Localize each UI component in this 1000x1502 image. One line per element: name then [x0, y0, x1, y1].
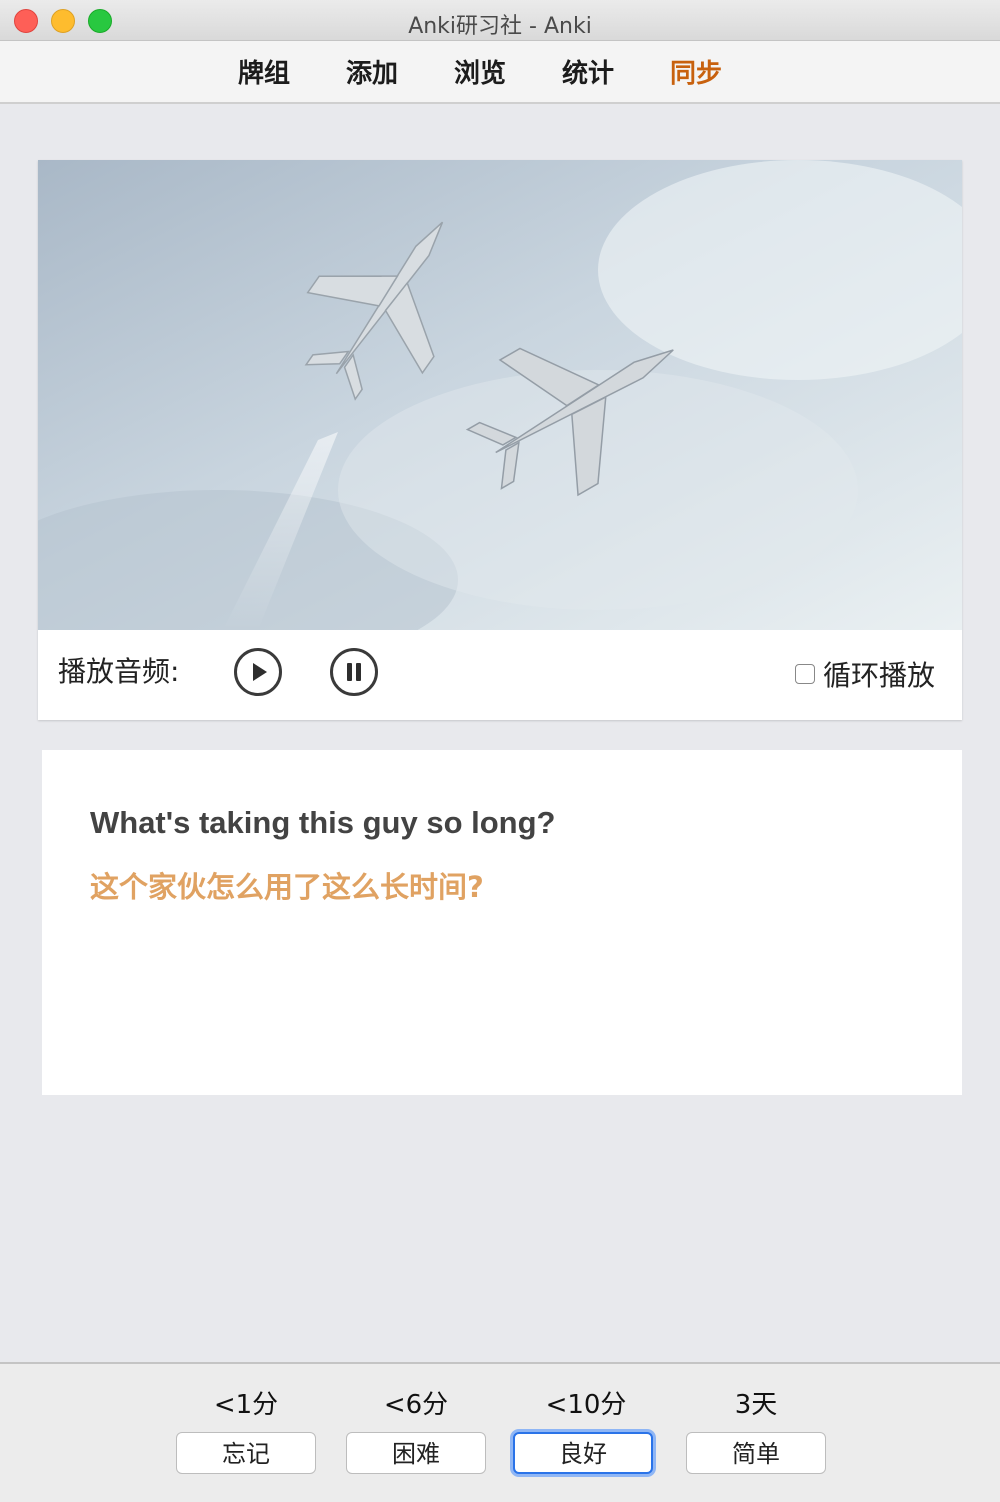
hard-button[interactable]: 困难: [346, 1432, 486, 1474]
window-title: Anki研习社 - Anki: [408, 14, 592, 39]
interval-hard: <6分: [383, 1390, 449, 1420]
answer-bar: <1分 <6分 <10分 3天 忘记 困难 良好 简单: [0, 1362, 1000, 1502]
fighter-jets-image: [38, 160, 962, 630]
nav-stats[interactable]: 统计: [562, 53, 614, 90]
easy-button[interactable]: 简单: [686, 1432, 826, 1474]
loop-label: 循环播放: [823, 659, 936, 692]
chinese-translation: 这个家伙怎么用了这么长时间?: [90, 870, 484, 904]
good-button[interactable]: 良好: [513, 1432, 653, 1474]
nav-add[interactable]: 添加: [346, 53, 398, 90]
answer-card: What's taking this guy so long? 这个家伙怎么用了…: [42, 750, 962, 1095]
english-sentence: What's taking this guy so long?: [90, 805, 556, 840]
pause-audio-button[interactable]: [330, 648, 378, 696]
top-toolbar: 牌组 添加 浏览 统计 同步: [0, 41, 1000, 104]
title-bar: Anki研习社 - Anki: [0, 0, 1000, 41]
loop-checkbox[interactable]: [795, 664, 815, 684]
interval-easy: 3天: [734, 1390, 778, 1420]
play-icon: [253, 663, 267, 681]
again-button[interactable]: 忘记: [176, 1432, 316, 1474]
interval-good: <10分: [545, 1390, 627, 1420]
media-card: 播放音频: 循环播放: [38, 160, 962, 720]
play-audio-button[interactable]: [234, 648, 282, 696]
pause-icon: [347, 663, 361, 681]
audio-label: 播放音频:: [58, 655, 180, 688]
video-frame[interactable]: [38, 160, 962, 630]
nav-sync[interactable]: 同步: [670, 53, 722, 90]
interval-again: <1分: [213, 1390, 279, 1420]
nav-decks[interactable]: 牌组: [238, 53, 290, 90]
nav-browse[interactable]: 浏览: [454, 53, 506, 90]
